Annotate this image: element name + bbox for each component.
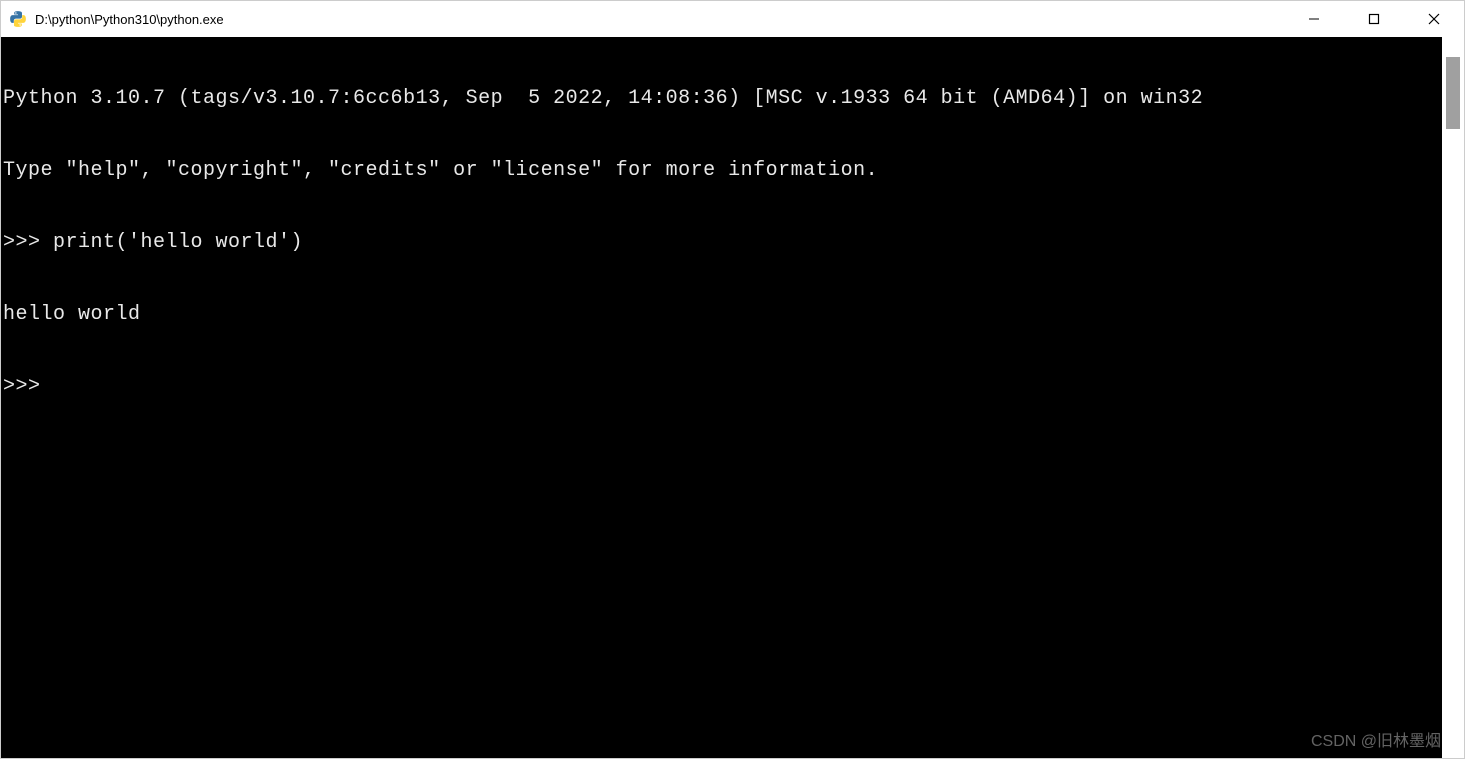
minimize-button[interactable] bbox=[1284, 1, 1344, 37]
terminal-line: hello world bbox=[3, 303, 1440, 327]
terminal-prompt: >>> bbox=[3, 375, 1440, 399]
window-frame: D:\python\Python310\python.exe Python 3.… bbox=[0, 0, 1465, 759]
terminal-content[interactable]: Python 3.10.7 (tags/v3.10.7:6cc6b13, Sep… bbox=[1, 37, 1442, 758]
window-title: D:\python\Python310\python.exe bbox=[35, 12, 1284, 27]
scrollbar-thumb[interactable] bbox=[1446, 57, 1460, 129]
maximize-button[interactable] bbox=[1344, 1, 1404, 37]
terminal-line: Python 3.10.7 (tags/v3.10.7:6cc6b13, Sep… bbox=[3, 87, 1440, 111]
scrollbar-track[interactable] bbox=[1442, 37, 1464, 758]
title-bar[interactable]: D:\python\Python310\python.exe bbox=[1, 1, 1464, 37]
terminal-line: >>> print('hello world') bbox=[3, 231, 1440, 255]
window-controls bbox=[1284, 1, 1464, 37]
terminal-line: Type "help", "copyright", "credits" or "… bbox=[3, 159, 1440, 183]
terminal-wrapper: Python 3.10.7 (tags/v3.10.7:6cc6b13, Sep… bbox=[1, 37, 1464, 758]
python-icon bbox=[9, 10, 27, 28]
close-button[interactable] bbox=[1404, 1, 1464, 37]
